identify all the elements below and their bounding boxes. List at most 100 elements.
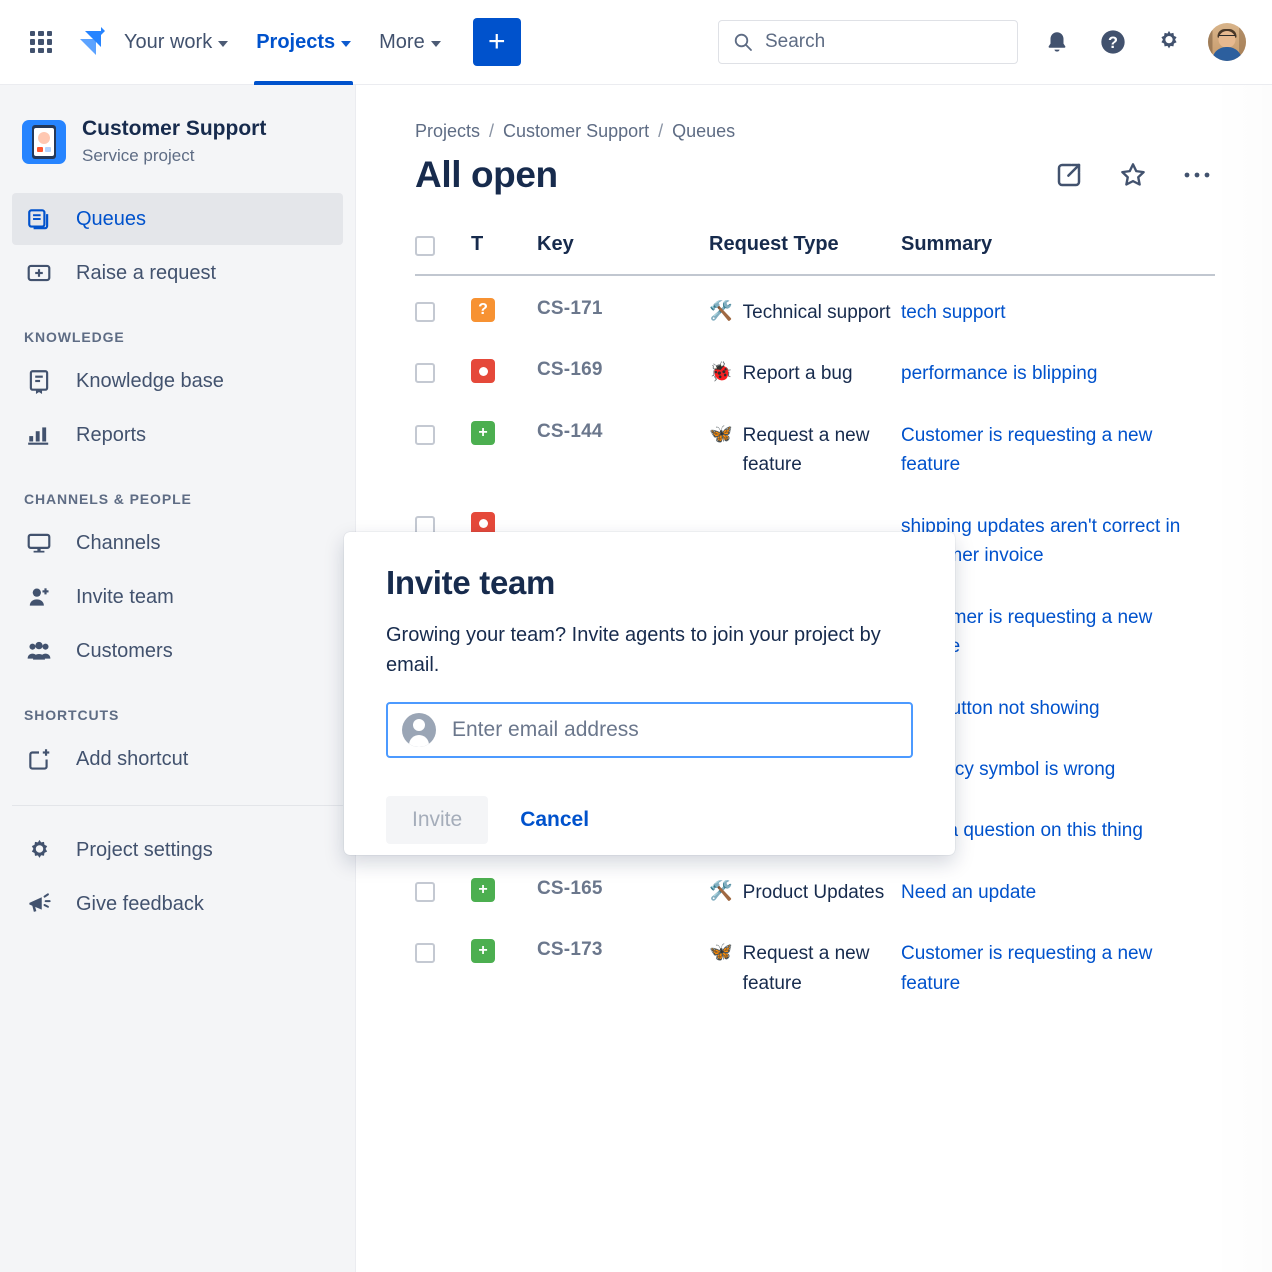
sidebar-section-knowledge: KNOWLEDGE — [0, 329, 355, 345]
sidebar-item-project-settings[interactable]: Project settings — [12, 824, 343, 876]
export-icon[interactable] — [1052, 158, 1086, 192]
row-checkbox[interactable] — [415, 425, 435, 445]
help-icon[interactable]: ? — [1096, 25, 1130, 59]
sidebar-item-invite-team[interactable]: Invite team — [12, 571, 343, 623]
megaphone-icon — [24, 889, 54, 919]
select-all-checkbox[interactable] — [415, 236, 435, 256]
jira-logo-icon[interactable] — [76, 23, 110, 61]
sidebar-item-queues-label: Queues — [76, 208, 146, 231]
star-icon[interactable] — [1116, 158, 1150, 192]
dialog-description: Growing your team? Invite agents to join… — [386, 620, 906, 680]
sidebar-nav-list: Queues Raise a request — [0, 193, 355, 299]
jira-logo-svg — [76, 23, 110, 61]
row-select-cell — [415, 856, 471, 917]
type-badge-feature-icon: + — [471, 421, 495, 445]
row-checkbox[interactable] — [415, 943, 435, 963]
sidebar-item-customers[interactable]: Customers — [12, 625, 343, 677]
issue-summary-link[interactable]: Need an update — [901, 882, 1036, 903]
row-checkbox[interactable] — [415, 302, 435, 322]
sidebar-item-add-shortcut[interactable]: Add shortcut — [12, 733, 343, 785]
row-select-cell — [415, 337, 471, 398]
nav-more[interactable]: More — [365, 0, 455, 85]
sidebar-item-channels[interactable]: Channels — [12, 517, 343, 569]
table-row[interactable]: + CS-173 🦋 Request a new feature Custome… — [415, 917, 1215, 1008]
export-svg — [1054, 160, 1084, 190]
row-checkbox[interactable] — [415, 363, 435, 383]
issue-key[interactable]: CS-173 — [537, 939, 603, 960]
sidebar-item-give-feedback-label: Give feedback — [76, 893, 204, 916]
nav-your-work[interactable]: Your work — [110, 0, 242, 85]
sidebar-item-queues[interactable]: Queues — [12, 193, 343, 245]
search-box[interactable] — [718, 20, 1018, 64]
nav-your-work-label: Your work — [124, 31, 212, 54]
project-sidebar: Customer Support Service project Queues — [0, 85, 356, 1272]
chevron-down-icon — [341, 41, 351, 47]
column-type[interactable]: T — [471, 232, 537, 275]
sidebar-divider — [12, 805, 343, 806]
breadcrumb-separator: / — [489, 121, 494, 142]
row-summary-cell: tech support — [901, 275, 1215, 337]
reports-svg — [26, 422, 52, 448]
sidebar-item-knowledge-base[interactable]: Knowledge base — [12, 355, 343, 407]
invite-button[interactable]: Invite — [386, 796, 488, 844]
table-row[interactable]: CS-169 🐞 Report a bug performance is bli… — [415, 337, 1215, 398]
search-input[interactable] — [765, 31, 975, 53]
column-request-type[interactable]: Request Type — [709, 232, 901, 275]
plus-icon: + — [488, 27, 506, 57]
issue-key[interactable]: CS-144 — [537, 421, 603, 442]
sidebar-item-add-shortcut-label: Add shortcut — [76, 748, 188, 771]
sidebar-item-reports[interactable]: Reports — [12, 409, 343, 461]
apps-grid-icon[interactable] — [22, 23, 60, 61]
avatar-glasses — [1219, 35, 1236, 39]
project-header-text: Customer Support Service project — [82, 117, 266, 166]
settings-gear-icon[interactable] — [1152, 25, 1186, 59]
queue-header-row: T Key Request Type Summary — [415, 232, 1215, 275]
table-row[interactable]: ? CS-171 🛠️ Technical support tech suppo… — [415, 275, 1215, 337]
table-row[interactable]: + CS-165 🛠️ Product Updates Need an upda… — [415, 856, 1215, 917]
email-field[interactable] — [386, 702, 913, 758]
create-button[interactable]: + — [473, 18, 521, 66]
row-request-type-cell: 🐞 Report a bug — [709, 337, 901, 398]
nav-projects[interactable]: Projects — [242, 0, 365, 85]
row-checkbox[interactable] — [415, 882, 435, 902]
breadcrumb-projects[interactable]: Projects — [415, 121, 480, 142]
request-type-emoji-icon: 🛠️ — [709, 878, 733, 907]
avatar[interactable] — [1208, 23, 1246, 61]
row-summary-cell: Customer is requesting a new feature — [901, 917, 1215, 1008]
breadcrumb-queues[interactable]: Queues — [672, 121, 735, 142]
sidebar-item-invite-team-label: Invite team — [76, 586, 174, 609]
project-header[interactable]: Customer Support Service project — [0, 111, 355, 173]
row-key-cell: CS-144 — [537, 399, 709, 490]
project-icon-face — [38, 132, 50, 144]
request-type-emoji-icon: 🦋 — [709, 421, 733, 480]
sidebar-item-raise-a-request[interactable]: Raise a request — [12, 247, 343, 299]
column-key[interactable]: Key — [537, 232, 709, 275]
row-summary-cell: Customer is requesting a new feature — [901, 399, 1215, 490]
row-key-cell: CS-165 — [537, 856, 709, 917]
issue-key[interactable]: CS-165 — [537, 878, 603, 899]
search-icon — [733, 32, 753, 52]
sidebar-item-give-feedback[interactable]: Give feedback — [12, 878, 343, 930]
request-type: 🛠️ Product Updates — [709, 878, 901, 907]
issue-summary-link[interactable]: performance is blipping — [901, 363, 1097, 384]
more-svg — [1182, 169, 1212, 181]
breadcrumb-customer-support[interactable]: Customer Support — [503, 121, 649, 142]
table-row[interactable]: + CS-144 🦋 Request a new feature Custome… — [415, 399, 1215, 490]
cancel-button[interactable]: Cancel — [506, 796, 603, 844]
svg-text:?: ? — [1108, 34, 1118, 52]
sidebar-item-knowledge-base-label: Knowledge base — [76, 370, 224, 393]
megaphone-svg — [26, 891, 53, 918]
issue-summary-link[interactable]: tech support — [901, 302, 1006, 323]
request-type: 🦋 Request a new feature — [709, 421, 901, 480]
issue-key[interactable]: CS-171 — [537, 298, 603, 319]
monitor-svg — [26, 530, 52, 556]
issue-summary-link[interactable]: Customer is requesting a new feature — [901, 425, 1152, 475]
notifications-bell-icon[interactable] — [1040, 25, 1074, 59]
row-type-cell: + — [471, 856, 537, 917]
issue-summary-link[interactable]: Customer is requesting a new feature — [901, 943, 1152, 993]
more-actions-icon[interactable] — [1180, 158, 1214, 192]
request-type-label: Product Updates — [743, 878, 885, 907]
email-input[interactable] — [452, 718, 897, 742]
issue-key[interactable]: CS-169 — [537, 359, 603, 380]
column-summary[interactable]: Summary — [901, 232, 1215, 275]
